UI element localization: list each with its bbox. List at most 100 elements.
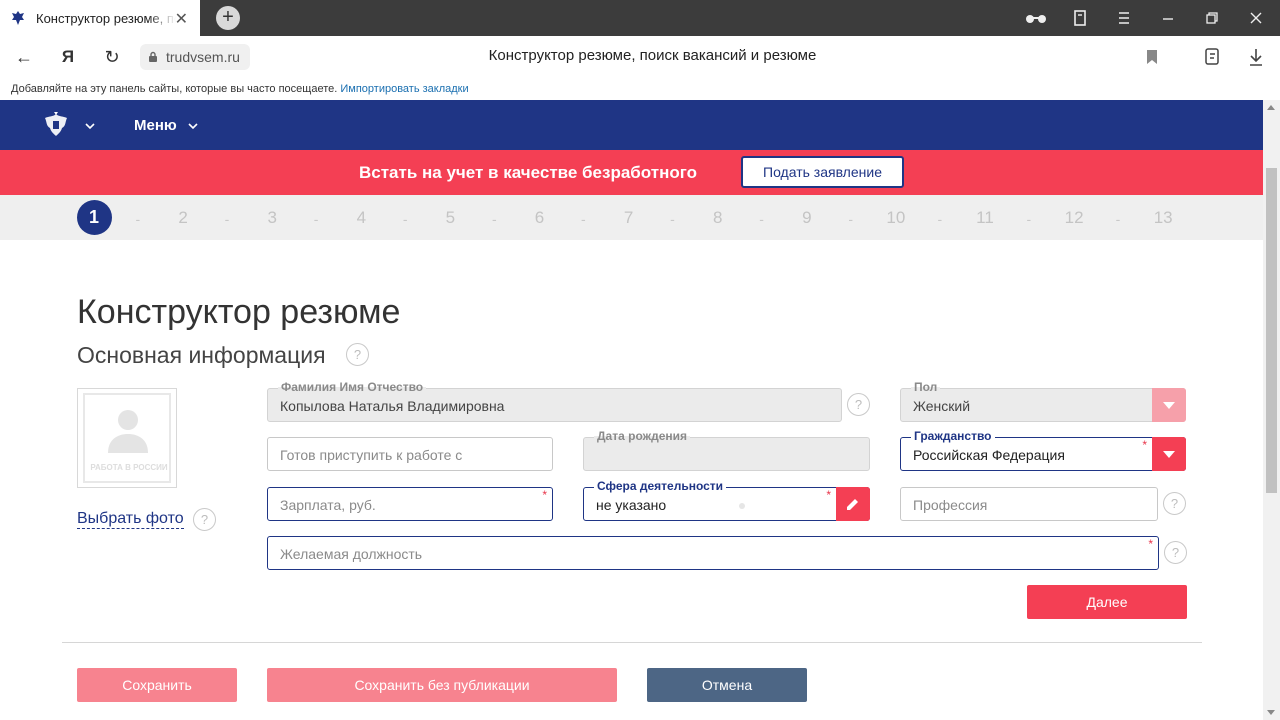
back-arrow-icon[interactable]: ← xyxy=(12,45,36,69)
start-date-field[interactable]: Готов приступить к работе с xyxy=(267,437,553,471)
browser-tab-strip: Конструктор резюме, поиск вакансий и рез… xyxy=(0,0,1280,36)
download-icon[interactable] xyxy=(1246,46,1266,68)
birth-date-field[interactable]: Дата рождения xyxy=(583,429,870,471)
citizenship-label: Гражданство xyxy=(911,429,995,443)
menu-chevron-down-icon[interactable] xyxy=(188,121,198,131)
cancel-button[interactable]: Отмена xyxy=(647,668,807,702)
menu-button[interactable]: Меню xyxy=(134,117,177,134)
close-tab-icon[interactable]: ✕ xyxy=(175,9,188,29)
step-separator: - xyxy=(491,211,497,227)
step-4[interactable]: 4 xyxy=(343,204,379,232)
profession-placeholder: Профессия xyxy=(913,497,988,513)
page-title-bar: Конструктор резюме, поиск вакансий и рез… xyxy=(488,47,817,64)
submit-application-button[interactable]: Подать заявление xyxy=(741,156,904,188)
step-10[interactable]: 10 xyxy=(878,204,914,232)
step-separator: - xyxy=(135,211,141,227)
citizenship-required-mark: * xyxy=(1142,438,1147,452)
salary-field[interactable]: Зарплата, руб. * xyxy=(267,487,553,521)
browser-tab[interactable]: Конструктор резюме, поиск вакансий и рез… xyxy=(0,0,200,36)
step-12[interactable]: 12 xyxy=(1056,204,1092,232)
citizenship-select[interactable]: Гражданство Российская Федерация * xyxy=(900,429,1186,471)
step-2[interactable]: 2 xyxy=(165,204,201,232)
step-1[interactable]: 1 xyxy=(76,200,112,235)
address-bar: ← Я ↻ trudvsem.ru Конструктор резюме, по… xyxy=(0,36,1280,78)
restore-icon[interactable] xyxy=(1198,6,1226,30)
step-separator: - xyxy=(670,211,675,227)
close-window-icon[interactable] xyxy=(1242,6,1270,30)
new-tab-button[interactable]: + xyxy=(216,6,240,30)
step-7[interactable]: 7 xyxy=(611,204,647,232)
russian-emblem-icon[interactable] xyxy=(41,111,71,139)
fio-help-icon[interactable]: ? xyxy=(847,393,870,416)
activity-sphere-required-mark: * xyxy=(826,488,831,502)
emblem-chevron-down-icon[interactable] xyxy=(85,121,95,131)
bookmarks-bar: Добавляйте на эту панель сайты, которые … xyxy=(0,78,1280,100)
bookmarks-hint: Добавляйте на эту панель сайты, которые … xyxy=(11,83,338,95)
desired-position-required-mark: * xyxy=(1148,537,1153,551)
reload-icon[interactable]: ↻ xyxy=(100,45,124,69)
page-title: Конструктор резюме xyxy=(77,293,401,331)
import-bookmarks-link[interactable]: Импортировать закладки xyxy=(340,83,468,95)
user-silhouette-icon xyxy=(108,410,148,453)
minimize-icon[interactable] xyxy=(1154,6,1182,30)
activity-sphere-field[interactable]: Сфера деятельности не указано * xyxy=(583,479,870,521)
fio-label: Фамилия Имя Отчество xyxy=(278,380,427,394)
step-separator: - xyxy=(759,211,764,227)
step-separator: - xyxy=(224,211,230,227)
site-header: Меню xyxy=(0,100,1263,150)
section-help-icon[interactable]: ? xyxy=(346,343,369,366)
trudvsem-favicon-icon xyxy=(12,11,24,25)
reading-mode-icon[interactable] xyxy=(1022,6,1050,30)
step-6[interactable]: 6 xyxy=(522,204,558,232)
desired-position-placeholder: Желаемая должность xyxy=(280,546,423,562)
step-8[interactable]: 8 xyxy=(700,204,736,232)
activity-sphere-edit-button[interactable] xyxy=(836,487,870,521)
gender-dropdown-arrow-icon[interactable] xyxy=(1152,388,1186,422)
unemployment-banner: Встать на учет в качестве безработного П… xyxy=(0,150,1263,195)
profession-field[interactable]: Профессия xyxy=(900,487,1158,521)
scrollbar-thumb[interactable] xyxy=(1266,168,1277,493)
photo-help-icon[interactable]: ? xyxy=(193,508,216,531)
scroll-down-arrow-icon[interactable] xyxy=(1267,710,1275,715)
step-5[interactable]: 5 xyxy=(432,204,468,232)
citizenship-dropdown-arrow-icon[interactable] xyxy=(1152,437,1186,471)
loading-dot xyxy=(739,503,745,509)
photo-placeholder[interactable]: РАБОТА В РОССИИ xyxy=(77,388,177,488)
save-button[interactable]: Сохранить xyxy=(77,668,237,702)
yandex-home-icon[interactable]: Я xyxy=(56,45,80,69)
profession-help-icon[interactable]: ? xyxy=(1163,492,1186,515)
step-13[interactable]: 13 xyxy=(1145,204,1181,232)
divider xyxy=(62,642,1202,643)
citizenship-value: Российская Федерация xyxy=(913,447,1065,463)
section-title: Основная информация xyxy=(77,342,326,368)
choose-photo-link[interactable]: Выбрать фото xyxy=(77,509,184,529)
gender-select[interactable]: Пол Женский xyxy=(900,380,1186,422)
activity-sphere-value: не указано xyxy=(596,497,667,513)
tab-title: Конструктор резюме, поиск вакансий и рез… xyxy=(36,10,176,26)
next-button[interactable]: Далее xyxy=(1027,585,1187,619)
extensions-icon[interactable] xyxy=(1202,46,1224,68)
browser-menu-icon[interactable] xyxy=(1110,6,1138,30)
scroll-up-arrow-icon[interactable] xyxy=(1267,105,1275,110)
step-separator: - xyxy=(1026,211,1032,227)
start-date-placeholder: Готов приступить к работе с xyxy=(280,447,463,463)
step-9[interactable]: 9 xyxy=(789,204,825,232)
photo-frame: РАБОТА В РОССИИ xyxy=(83,393,171,483)
edit-pencil-icon xyxy=(847,499,858,510)
url-text: trudvsem.ru xyxy=(166,49,240,65)
fio-field[interactable]: Фамилия Имя Отчество Копылова Наталья Вл… xyxy=(267,380,842,422)
gender-value: Женский xyxy=(913,398,971,414)
banner-text: Встать на учет в качестве безработного xyxy=(359,163,697,182)
url-field[interactable]: trudvsem.ru xyxy=(140,44,250,70)
step-separator: - xyxy=(937,211,943,227)
step-3[interactable]: 3 xyxy=(254,204,290,232)
gender-label: Пол xyxy=(911,380,941,394)
desired-position-field[interactable]: Желаемая должность * xyxy=(267,536,1159,570)
bookmark-icon[interactable] xyxy=(1144,48,1160,66)
desired-position-help-icon[interactable]: ? xyxy=(1164,541,1187,564)
page-scrollbar[interactable] xyxy=(1263,100,1280,720)
collections-icon[interactable] xyxy=(1066,6,1094,30)
save-unpublished-button[interactable]: Сохранить без публикации xyxy=(267,668,617,702)
step-11[interactable]: 11 xyxy=(967,204,1003,232)
salary-required-mark: * xyxy=(542,488,547,502)
